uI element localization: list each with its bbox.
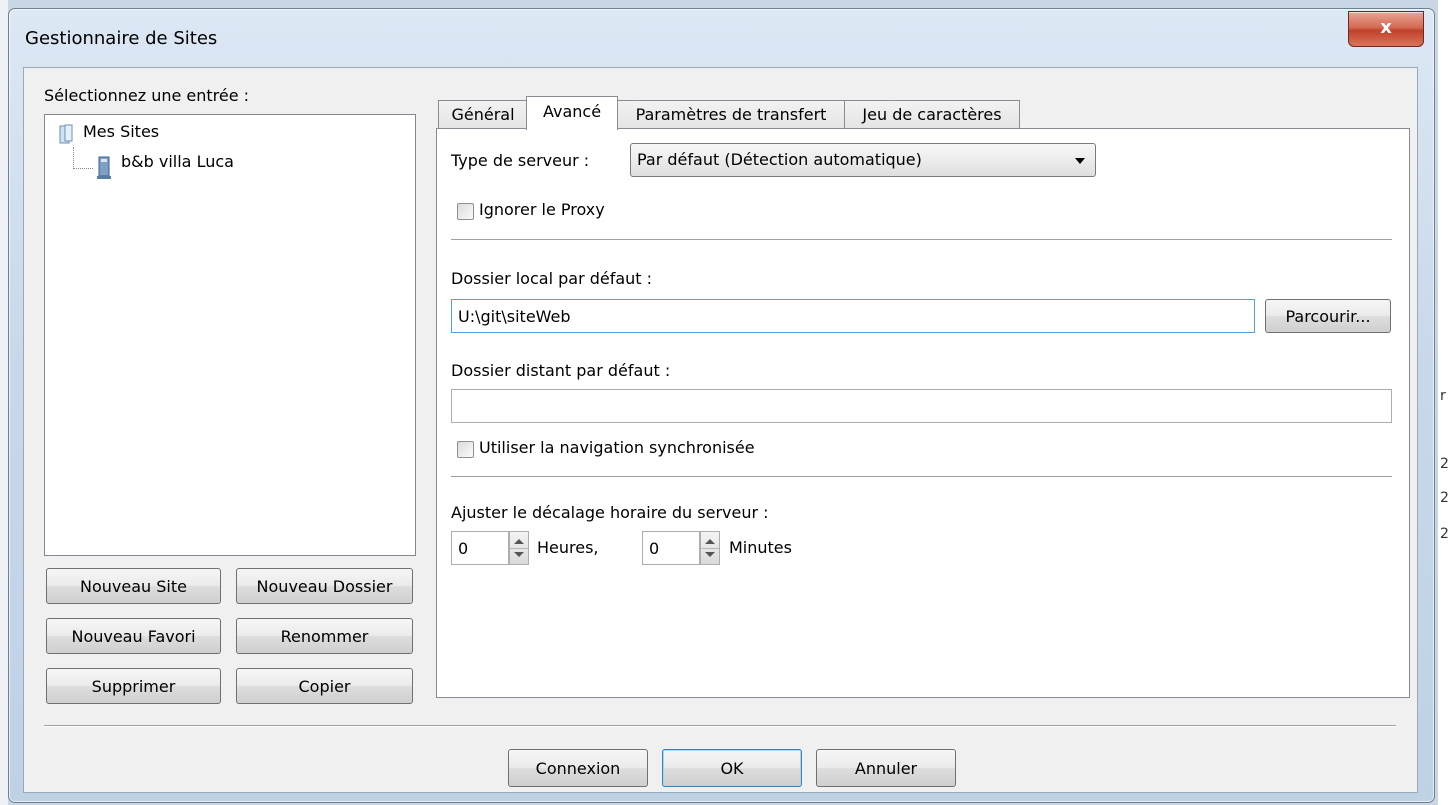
- server-icon: [97, 156, 111, 179]
- tree-connector: [73, 147, 74, 169]
- tab-general[interactable]: Général: [438, 100, 528, 129]
- arrow-up-icon: [705, 539, 715, 544]
- close-icon: x: [1380, 17, 1392, 38]
- arrow-up-icon: [514, 539, 524, 544]
- local-dir-input[interactable]: [451, 299, 1255, 333]
- hours-stepper[interactable]: [509, 531, 529, 565]
- minutes-input[interactable]: [642, 531, 700, 565]
- background-fragment: 2: [1440, 526, 1449, 542]
- close-button[interactable]: x: [1348, 11, 1424, 47]
- browse-button[interactable]: Parcourir...: [1265, 299, 1391, 333]
- divider: [451, 239, 1392, 241]
- ok-button[interactable]: OK: [662, 749, 802, 787]
- advanced-panel: Type de serveur : Par défaut (Détection …: [436, 128, 1410, 698]
- site-tree[interactable]: Mes Sites b&b villa Luca: [44, 114, 416, 556]
- timezone-label: Ajuster le décalage horaire du serveur :: [451, 503, 769, 522]
- background-fragment: 2: [1440, 490, 1449, 506]
- server-type-select[interactable]: Par défaut (Détection automatique): [630, 143, 1096, 177]
- hours-input[interactable]: [451, 531, 509, 565]
- tree-item-mes-sites[interactable]: Mes Sites: [83, 122, 159, 141]
- copy-button[interactable]: Copier: [236, 668, 413, 704]
- tab-charset[interactable]: Jeu de caractères: [844, 100, 1020, 129]
- minutes-stepper[interactable]: [700, 531, 720, 565]
- chevron-down-icon: [1075, 158, 1085, 164]
- new-favorite-button[interactable]: Nouveau Favori: [46, 618, 221, 654]
- sync-browsing-label: Utiliser la navigation synchronisée: [479, 438, 755, 457]
- new-folder-button[interactable]: Nouveau Dossier: [236, 568, 413, 604]
- window-title: Gestionnaire de Sites: [25, 28, 218, 49]
- tab-advanced[interactable]: Avancé: [526, 96, 618, 130]
- delete-button[interactable]: Supprimer: [46, 668, 221, 704]
- local-dir-label: Dossier local par défaut :: [451, 269, 653, 288]
- minutes-unit-label: Minutes: [729, 538, 792, 557]
- remote-dir-input[interactable]: [451, 389, 1392, 423]
- connect-button[interactable]: Connexion: [508, 749, 648, 787]
- tree-item-site[interactable]: b&b villa Luca: [121, 152, 234, 171]
- cancel-button[interactable]: Annuler: [816, 749, 956, 787]
- rename-button[interactable]: Renommer: [236, 618, 413, 654]
- bypass-proxy-label: Ignorer le Proxy: [479, 200, 605, 219]
- site-manager-window: Gestionnaire de Sites x Sélectionnez une…: [8, 8, 1435, 803]
- arrow-down-icon: [514, 552, 524, 557]
- background-left: [0, 0, 8, 805]
- bypass-proxy-checkbox[interactable]: [457, 203, 474, 220]
- title-bar: Gestionnaire de Sites x: [9, 9, 1434, 67]
- select-entry-label: Sélectionnez une entrée :: [44, 86, 250, 105]
- hours-unit-label: Heures,: [537, 538, 599, 557]
- tree-connector: [73, 168, 93, 169]
- sync-browsing-checkbox[interactable]: [457, 441, 474, 458]
- remote-dir-label: Dossier distant par défaut :: [451, 361, 671, 380]
- server-type-label: Type de serveur :: [451, 151, 590, 170]
- tab-transfer-settings[interactable]: Paramètres de transfert: [616, 100, 846, 129]
- background-right: r 2 2 2: [1438, 0, 1450, 805]
- background-fragment: r: [1440, 388, 1446, 404]
- new-site-button[interactable]: Nouveau Site: [46, 568, 221, 604]
- arrow-down-icon: [705, 552, 715, 557]
- server-type-value: Par défaut (Détection automatique): [637, 150, 922, 169]
- folder-icon: [59, 124, 73, 144]
- background-fragment: 2: [1440, 456, 1449, 472]
- dialog-client-area: Sélectionnez une entrée : Mes Sites b&b …: [23, 67, 1418, 793]
- divider: [451, 476, 1392, 478]
- footer-divider: [44, 725, 1396, 727]
